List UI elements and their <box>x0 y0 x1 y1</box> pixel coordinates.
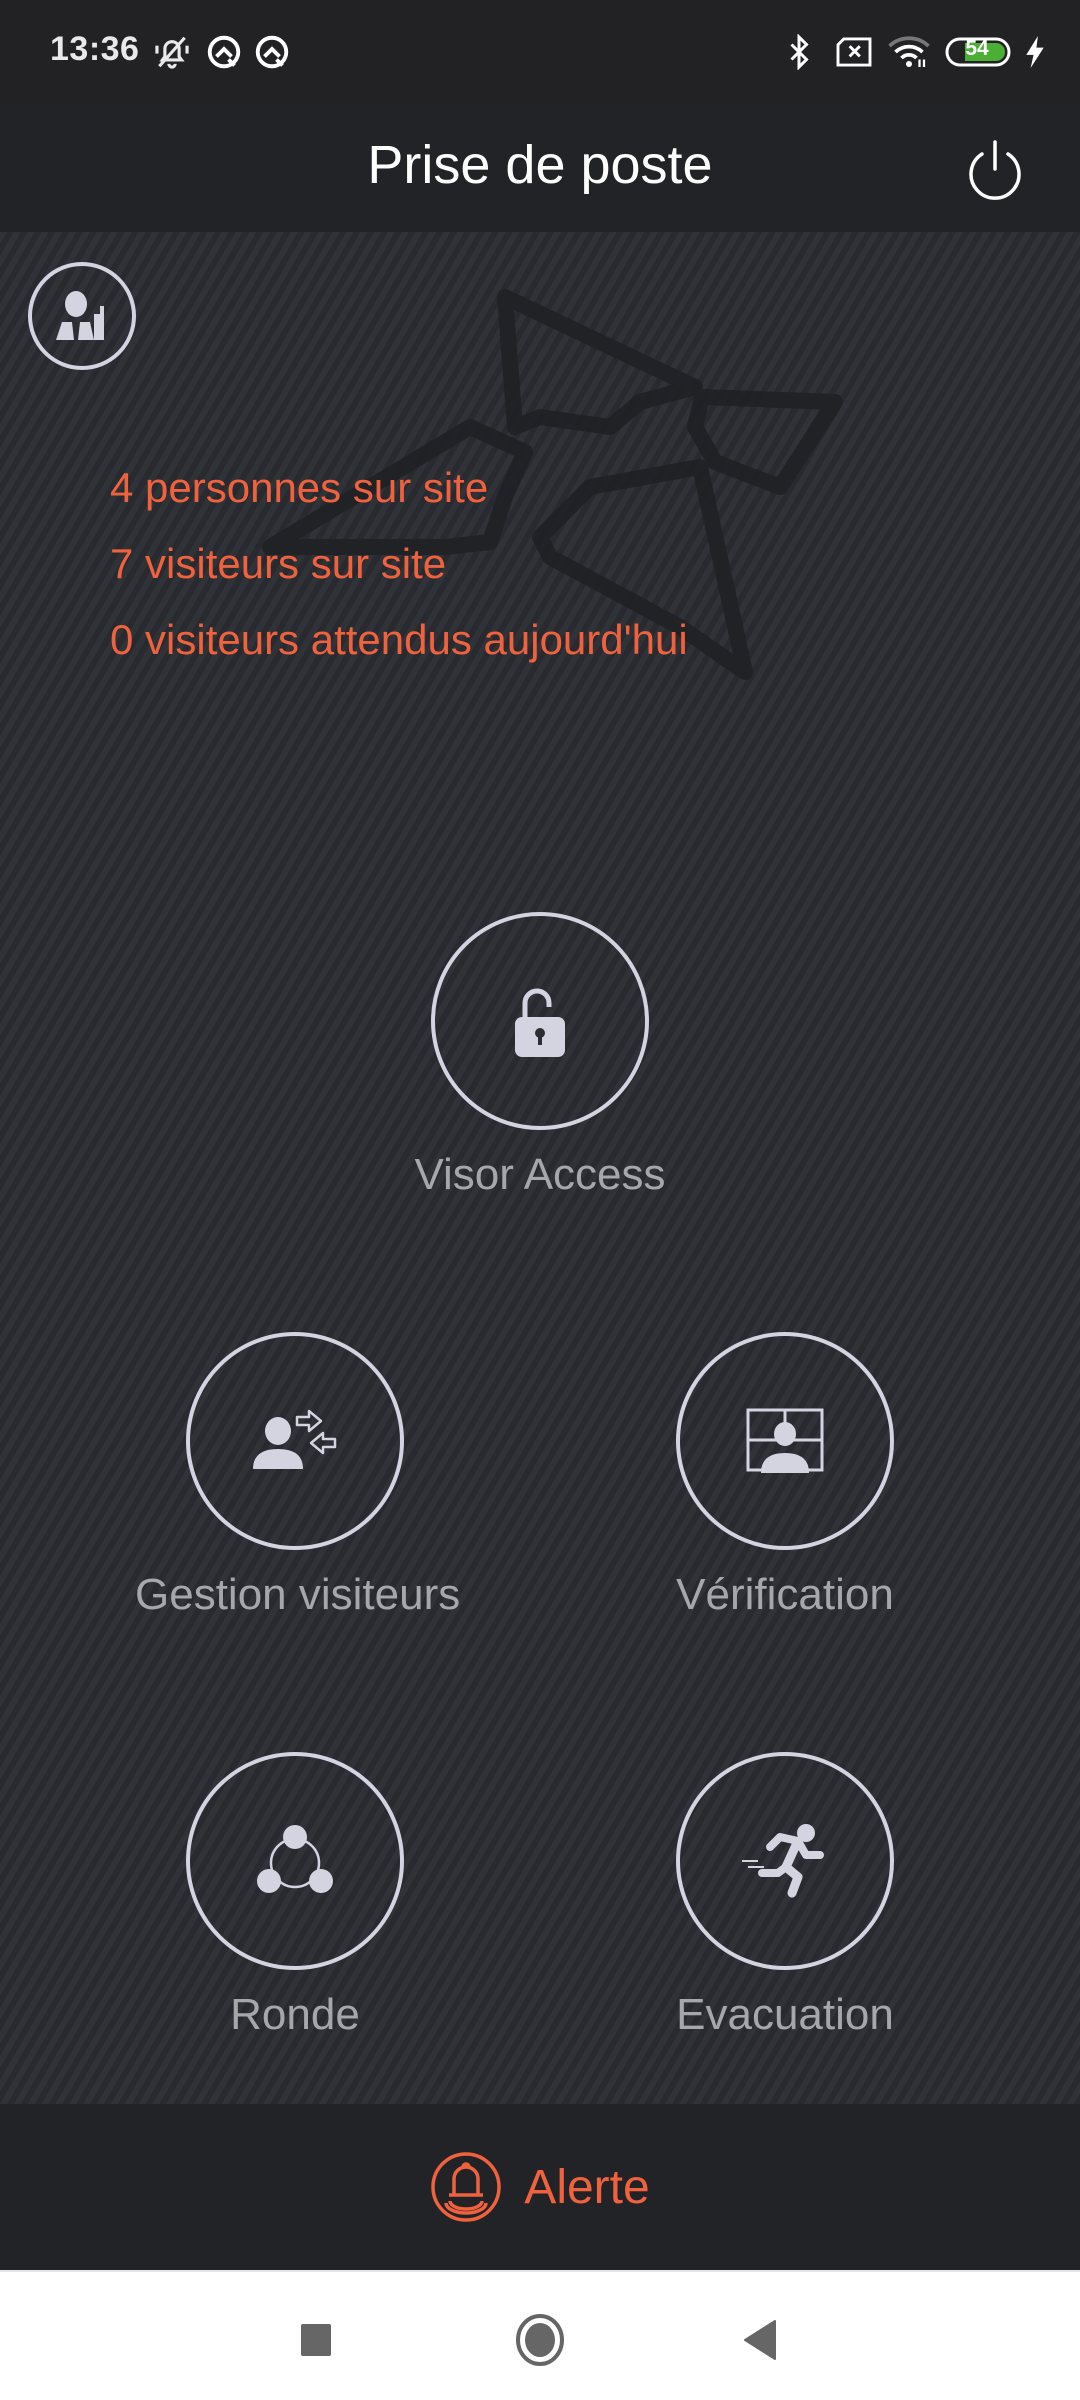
home-button[interactable] <box>510 2310 570 2370</box>
data-saver-icon <box>250 30 294 74</box>
running-person-icon <box>742 1824 824 1898</box>
power-icon <box>969 140 1021 200</box>
alarm-bell-icon <box>431 2152 502 2222</box>
tile-gestion-visiteurs-label: Gestion visiteurs <box>135 1570 461 1619</box>
alert-button[interactable]: Alerte <box>0 2104 1080 2270</box>
tile-gestion-visiteurs-button[interactable] <box>186 1332 404 1550</box>
app-bar: Prise de poste <box>0 104 1080 232</box>
main-panel: 4 personnes sur site 7 visiteurs sur sit… <box>0 232 1080 2104</box>
no-sim-icon <box>834 30 874 74</box>
tile-evacuation-label: Evacuation <box>676 1990 894 2039</box>
stat-visitors-expected: 0 visiteurs attendus aujourd'hui <box>110 616 688 663</box>
system-nav-bar <box>0 2270 1080 2400</box>
visitor-exchange-icon <box>253 1409 337 1469</box>
tile-visor-access-button[interactable] <box>431 912 649 1130</box>
tile-gestion-visiteurs[interactable]: Gestion visiteurs <box>135 1332 461 1620</box>
charging-icon <box>1020 30 1050 74</box>
tile-evacuation-button[interactable] <box>676 1752 894 1970</box>
tile-verification-button[interactable] <box>676 1332 894 1550</box>
identity-check-icon <box>746 1408 824 1473</box>
status-time: 13:36 <box>50 30 140 68</box>
wifi-icon <box>884 30 934 74</box>
alert-label: Alerte <box>524 2160 650 2214</box>
tile-ronde-label: Ronde <box>230 1990 360 2039</box>
tile-verification[interactable]: Vérification <box>625 1332 945 1620</box>
battery-icon: 54 <box>944 30 1014 74</box>
status-bar: 13:36 54 <box>0 0 1080 104</box>
tile-visor-access[interactable]: Visor Access <box>380 912 700 1200</box>
tile-evacuation[interactable]: Evacuation <box>625 1752 945 2040</box>
recents-button[interactable] <box>286 2310 346 2370</box>
tile-ronde-button[interactable] <box>186 1752 404 1970</box>
stat-persons-on-site: 4 personnes sur site <box>110 464 489 511</box>
back-button[interactable] <box>730 2310 790 2370</box>
patrol-round-icon <box>257 1825 333 1893</box>
recents-icon <box>301 2324 331 2356</box>
back-icon <box>744 2320 776 2360</box>
bell-off-icon <box>150 30 194 74</box>
data-saver-icon <box>202 30 246 74</box>
bluetooth-icon <box>784 30 814 74</box>
guard-profile-icon <box>56 291 104 340</box>
tile-verification-label: Vérification <box>676 1570 894 1619</box>
battery-level: 54 <box>965 37 989 60</box>
home-icon <box>516 2314 564 2366</box>
power-button[interactable] <box>960 134 1030 204</box>
profile-button[interactable] <box>28 262 136 370</box>
page-title: Prise de poste <box>367 135 713 195</box>
stat-visitors-on-site: 7 visiteurs sur site <box>110 540 447 587</box>
unlock-icon <box>515 988 565 1057</box>
tile-ronde[interactable]: Ronde <box>135 1752 455 2040</box>
site-stats: 4 personnes sur site 7 visiteurs sur sit… <box>110 450 688 678</box>
tile-visor-access-label: Visor Access <box>414 1150 666 1199</box>
